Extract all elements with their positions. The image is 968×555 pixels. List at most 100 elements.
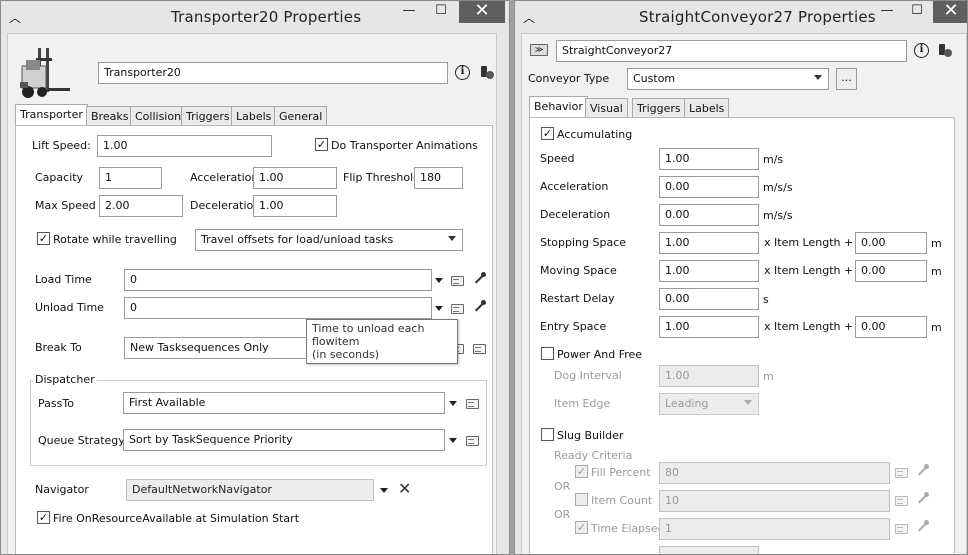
entry-space-label: Entry Space <box>540 320 607 333</box>
lift-speed-input[interactable]: 1.00 <box>97 135 272 157</box>
or-label-2: OR <box>554 508 571 521</box>
travel-offsets-value: Travel offsets for load/unload tasks <box>201 233 394 246</box>
moving-space-input[interactable]: 1.00 <box>659 260 759 282</box>
object-name-input[interactable]: Transporter20 <box>98 62 448 84</box>
load-time-eyedropper-icon[interactable] <box>472 272 486 286</box>
close-button[interactable]: ✕ <box>933 1 967 23</box>
fire-on-resource-checkbox[interactable]: ✓ <box>37 511 50 524</box>
break-to-script-icon[interactable] <box>472 342 486 354</box>
unload-time-input[interactable]: 0 <box>124 297 432 319</box>
capacity-input[interactable]: 1 <box>99 167 162 189</box>
info-icon[interactable]: i <box>914 43 929 58</box>
maximize-button[interactable]: ☐ <box>427 1 455 23</box>
maximize-button[interactable]: ☐ <box>903 1 931 23</box>
queue-strategy-script-icon[interactable] <box>465 434 479 446</box>
deceleration-input[interactable]: 1.00 <box>253 195 337 217</box>
load-time-script-icon[interactable] <box>450 274 464 286</box>
unload-time-script-icon[interactable] <box>450 302 464 314</box>
break-to-label: Break To <box>35 341 82 354</box>
time-elapsed-checkbox[interactable]: ✓ <box>575 521 588 534</box>
tab-visual[interactable]: Visual <box>585 98 628 118</box>
power-and-free-checkbox[interactable] <box>541 347 554 360</box>
info-icon[interactable]: i <box>455 65 470 80</box>
item-count-eyedropper-icon[interactable] <box>915 492 929 506</box>
conveyor-type-dropdown[interactable]: Custom <box>627 68 829 90</box>
load-time-input[interactable]: 0 <box>124 269 432 291</box>
fill-percent-input[interactable]: 80 <box>659 462 890 484</box>
lift-speed-label: Lift Speed: <box>32 139 91 152</box>
tab-triggers[interactable]: Triggers <box>632 98 686 118</box>
time-elapsed-input[interactable]: 1 <box>659 518 890 540</box>
settings-pin-icon[interactable] <box>936 42 952 58</box>
fill-percent-checkbox[interactable]: ✓ <box>575 465 588 478</box>
collapse-icon[interactable]: ︿ <box>523 9 535 26</box>
stopping-space-multiplier-label: x Item Length + <box>764 236 854 249</box>
stopping-space-input[interactable]: 1.00 <box>659 232 759 254</box>
settings-pin-icon[interactable] <box>478 64 494 80</box>
object-name-input[interactable]: StraightConveyor27 <box>556 40 907 62</box>
stopping-space-offset-input[interactable]: 0.00 <box>855 232 927 254</box>
entry-space-input[interactable]: 1.00 <box>659 316 759 338</box>
slug-builder-checkbox[interactable] <box>541 428 554 441</box>
moving-space-offset-input[interactable]: 0.00 <box>855 260 927 282</box>
speed-input[interactable]: 1.00 <box>659 148 759 170</box>
or-label-1: OR <box>554 480 571 493</box>
flip-threshold-input[interactable]: 180 <box>414 167 463 189</box>
queue-strategy-dropdown-arrow[interactable] <box>449 438 457 443</box>
conveyor-type-ellipsis-button[interactable]: ... <box>836 68 857 90</box>
tab-triggers[interactable]: Triggers <box>181 106 235 126</box>
fill-percent-eyedropper-icon[interactable] <box>915 464 929 478</box>
entry-space-offset-input[interactable]: 0.00 <box>855 316 927 338</box>
tab-behavior[interactable]: Behavior <box>529 96 588 118</box>
capacity-label: Capacity <box>35 171 84 184</box>
rotate-checkbox[interactable]: ✓ <box>37 232 50 245</box>
deceleration-label: Deceleration <box>190 199 261 212</box>
accumulating-checkbox[interactable]: ✓ <box>541 127 554 140</box>
tooltip-line-2: (in seconds) <box>312 348 380 361</box>
passto-input[interactable]: First Available <box>123 392 445 414</box>
minimize-button[interactable]: — <box>395 1 423 23</box>
acceleration-input[interactable]: 1.00 <box>253 167 337 189</box>
time-elapsed-eyedropper-icon[interactable] <box>915 520 929 534</box>
max-speed-input[interactable]: 2.00 <box>99 195 183 217</box>
travel-offsets-dropdown[interactable]: Travel offsets for load/unload tasks <box>195 229 463 251</box>
do-animations-label: Do Transporter Animations <box>331 139 478 152</box>
tab-labels[interactable]: Labels <box>684 98 730 118</box>
item-edge-dropdown[interactable]: Leading <box>659 393 759 415</box>
deceleration-input[interactable]: 0.00 <box>659 204 759 226</box>
ready-criteria-label: Ready Criteria <box>554 449 633 462</box>
do-animations-checkbox[interactable]: ✓ <box>315 138 328 151</box>
passto-dropdown-arrow[interactable] <box>449 401 457 406</box>
queue-strategy-input[interactable]: Sort by TaskSequence Priority <box>123 429 445 451</box>
title-bar[interactable]: ︿ Transporter20 Properties — ☐ ✕ <box>1 1 509 33</box>
tab-general[interactable]: General <box>274 106 328 126</box>
unload-time-eyedropper-icon[interactable] <box>472 300 486 314</box>
next-field-partial[interactable] <box>659 546 759 554</box>
fill-percent-script-icon[interactable] <box>894 466 908 478</box>
passto-script-icon[interactable] <box>465 397 479 409</box>
tab-collision[interactable]: Collision <box>130 106 187 126</box>
time-elapsed-script-icon[interactable] <box>894 522 908 534</box>
item-count-input[interactable]: 10 <box>659 490 890 512</box>
tab-transporter[interactable]: Transporter <box>15 104 88 126</box>
unload-time-dropdown-arrow[interactable] <box>435 306 443 311</box>
dog-interval-input[interactable]: 1.00 <box>659 365 759 387</box>
clear-navigator-icon[interactable]: ✕ <box>398 479 411 498</box>
title-bar[interactable]: ︿ StraightConveyor27 Properties — ☐ ✕ <box>515 1 967 33</box>
acceleration-input[interactable]: 0.00 <box>659 176 759 198</box>
item-count-checkbox[interactable] <box>575 493 588 506</box>
tab-labels[interactable]: Labels <box>231 106 277 126</box>
collapse-icon[interactable]: ︿ <box>9 9 21 26</box>
navigator-input[interactable]: DefaultNetworkNavigator <box>126 479 374 501</box>
tab-breaks[interactable]: Breaks <box>86 106 134 126</box>
slug-builder-label: Slug Builder <box>557 429 624 442</box>
object-type-icon: ≫ <box>530 44 548 56</box>
minimize-button[interactable]: — <box>873 1 901 23</box>
load-time-dropdown-arrow[interactable] <box>435 278 443 283</box>
close-button[interactable]: ✕ <box>459 1 505 23</box>
item-count-script-icon[interactable] <box>894 494 908 506</box>
restart-delay-input[interactable]: 0.00 <box>659 288 759 310</box>
transporter-tab-panel: Lift Speed: 1.00 ✓ Do Transporter Animat… <box>15 125 493 554</box>
passto-label: PassTo <box>38 397 74 410</box>
navigator-dropdown-arrow[interactable] <box>380 488 388 493</box>
